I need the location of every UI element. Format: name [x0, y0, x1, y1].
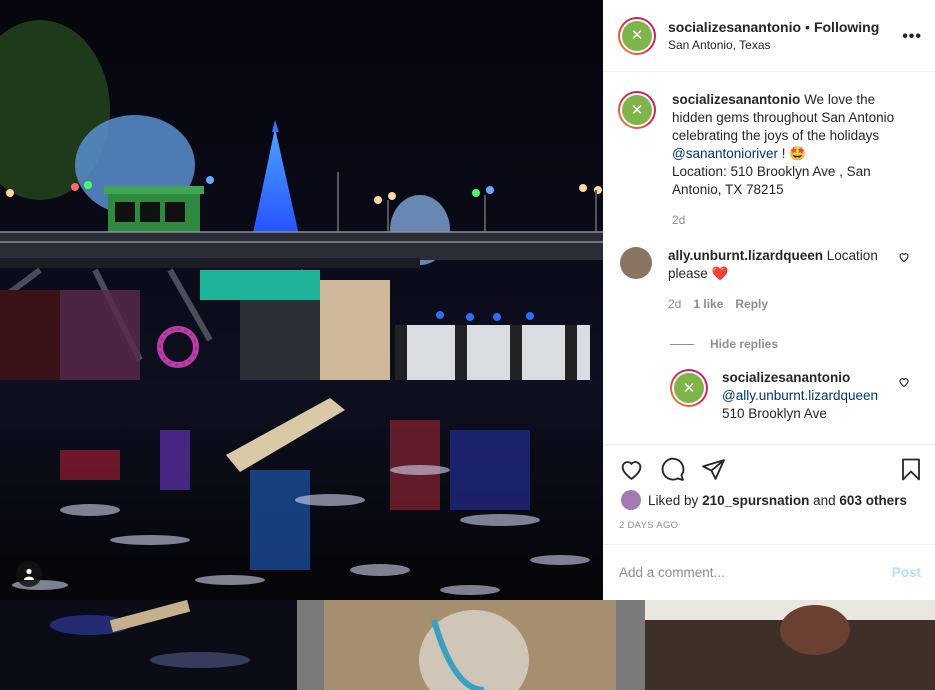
user-tag-icon[interactable]	[16, 561, 42, 587]
grid-thumbnail[interactable]	[0, 600, 297, 690]
hide-replies-button[interactable]: Hide replies	[670, 337, 935, 351]
caption-avatar[interactable]: ✕	[618, 91, 656, 129]
comment-like-icon[interactable]	[898, 251, 910, 263]
caption-text-after: ! 🤩	[781, 146, 807, 161]
liked-by-middle: and	[813, 492, 836, 508]
comment-likes[interactable]: 1 like	[693, 295, 723, 313]
caption-address: Location: 510 Brooklyn Ave , San Antonio…	[672, 164, 871, 197]
post-side-panel: ✕ socializesanantonio • Following San Anto…	[603, 0, 935, 600]
author-avatar[interactable]: ✕	[618, 16, 656, 55]
caption-mention[interactable]: @sanantonioriver	[672, 146, 778, 161]
reply-mention[interactable]: @ally.unburnt.lizardqueen	[722, 388, 878, 403]
instagram-post-page: ✕ socializesanantonio • Following San Anto…	[0, 0, 935, 690]
add-comment-bar: Post	[603, 544, 935, 600]
posted-time[interactable]: 2 DAYS AGO	[603, 520, 935, 531]
caption-time[interactable]: 2d	[672, 211, 912, 229]
action-bar: Liked by 210_spursnation and 603 others …	[603, 444, 935, 544]
liked-by-others[interactable]: 603 others	[839, 493, 907, 508]
comment-input[interactable]	[619, 565, 892, 580]
comment-item: ally.unburnt.lizardqueen Location please…	[603, 229, 935, 313]
comments-list[interactable]: ✕ socializesanantonio We love the hidden…	[603, 73, 935, 444]
commenter-avatar[interactable]	[620, 247, 652, 279]
liked-by-prefix: Liked by	[648, 492, 699, 508]
reply-button[interactable]: Reply	[735, 295, 768, 313]
separator-dot: •	[805, 19, 810, 35]
comment-time[interactable]: 2d	[668, 295, 681, 313]
grid-thumbnail[interactable]	[324, 600, 616, 690]
reply-avatar[interactable]: ✕	[670, 369, 708, 407]
share-icon[interactable]	[701, 457, 726, 482]
liked-by-user[interactable]: 210_spursnation	[702, 493, 809, 508]
post-comment-button[interactable]: Post	[892, 565, 921, 580]
more-options-icon[interactable]: •••	[902, 28, 922, 46]
author-username[interactable]: socializesanantonio	[668, 19, 801, 35]
commenter-username[interactable]: ally.unburnt.lizardqueen	[668, 248, 823, 263]
reply-username[interactable]: socializesanantonio	[722, 370, 850, 385]
bookmark-icon[interactable]	[899, 457, 923, 482]
post-header: ✕ socializesanantonio • Following San Anto…	[603, 0, 935, 72]
post-location[interactable]: San Antonio, Texas	[668, 38, 879, 52]
heart-icon[interactable]	[619, 457, 644, 482]
post-photo[interactable]	[0, 0, 603, 600]
liker-avatar[interactable]	[621, 490, 641, 510]
author-logo-icon: ✕	[622, 20, 652, 51]
reply-item: ✕ socializesanantonio @ally.unburnt.liza…	[603, 351, 935, 423]
comment-icon[interactable]	[660, 457, 685, 482]
grid-thumbnail[interactable]	[645, 600, 935, 690]
following-button[interactable]: Following	[814, 19, 879, 35]
caption-username[interactable]: socializesanantonio	[672, 92, 800, 107]
reply-like-icon[interactable]	[898, 376, 910, 388]
caption: ✕ socializesanantonio We love the hidden…	[603, 73, 935, 229]
caption-logo-icon: ✕	[622, 95, 652, 125]
hide-replies-label: Hide replies	[710, 337, 779, 351]
liked-by: Liked by 210_spursnation and 603 others	[603, 490, 935, 510]
reply-text: 510 Brooklyn Ave	[722, 406, 827, 421]
reply-logo-icon: ✕	[674, 373, 704, 403]
